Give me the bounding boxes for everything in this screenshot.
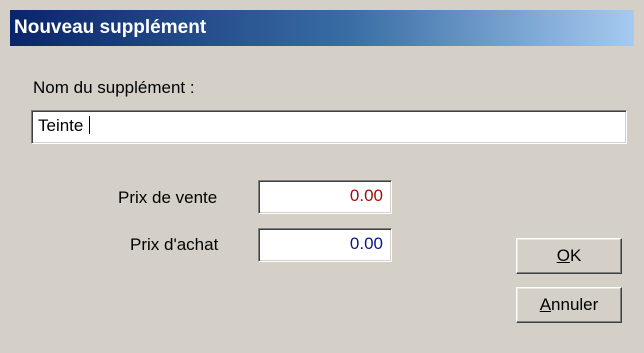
cancel-button[interactable]: Annuler	[516, 287, 622, 323]
ok-label: K	[569, 246, 582, 265]
dialog-title-bar[interactable]: Nouveau supplément	[10, 10, 634, 46]
dialog-title: Nouveau supplément	[14, 17, 207, 38]
prix-vente-value: 0.00	[349, 186, 383, 205]
supplement-name-text: Teinte	[38, 116, 89, 135]
prix-achat-input[interactable]: 0.00	[258, 228, 392, 262]
supplement-name-value: Teinte	[38, 111, 91, 141]
prix-achat-value: 0.00	[349, 234, 383, 253]
prix-achat-label: Prix d'achat	[130, 235, 219, 254]
ok-mnemonic: O	[556, 246, 570, 265]
prix-vente-input[interactable]: 0.00	[258, 180, 392, 214]
cancel-label: nnuler	[551, 295, 599, 314]
ok-button[interactable]: OK	[516, 238, 622, 274]
cancel-mnemonic: A	[539, 295, 552, 314]
prix-vente-label: Prix de vente	[118, 188, 218, 207]
name-field-label: Nom du supplément :	[33, 78, 195, 97]
supplement-name-input[interactable]: Teinte	[31, 110, 627, 144]
text-caret	[89, 116, 91, 134]
dialog-window: Nouveau supplément Nom du supplément : T…	[0, 0, 644, 353]
